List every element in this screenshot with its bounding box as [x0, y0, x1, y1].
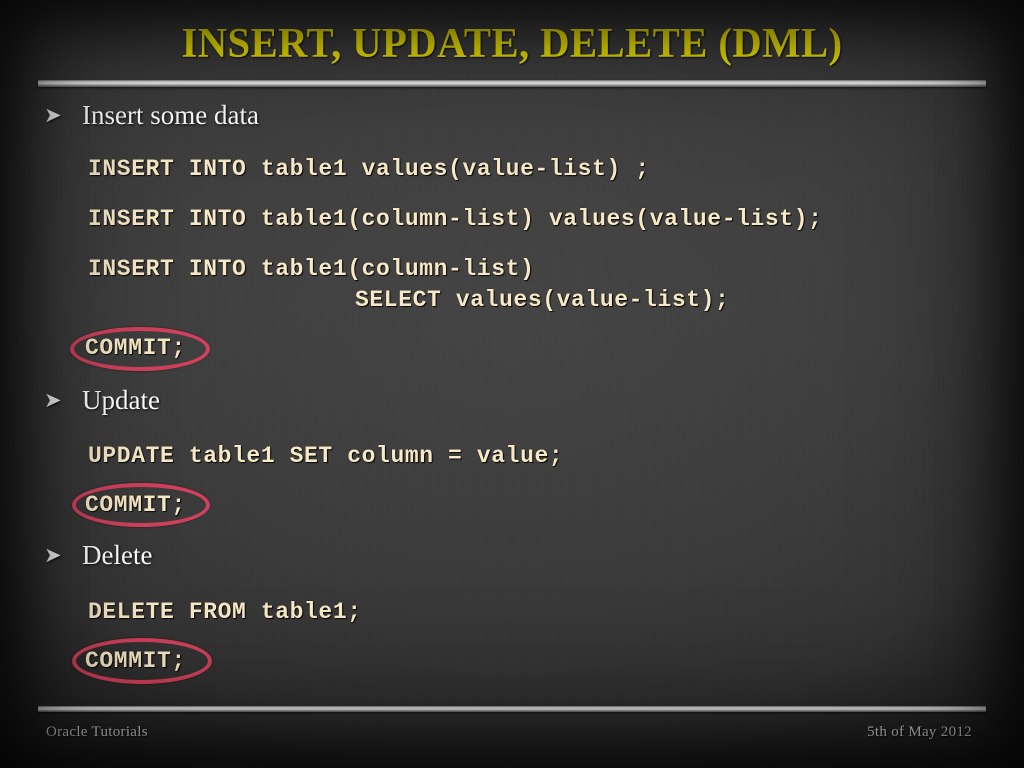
code-insert-2: INSERT INTO table1(column-list) values(v… — [88, 206, 823, 232]
footer-right-text: 5th of May 2012 — [867, 724, 972, 740]
bullet-delete-label: Delete — [82, 540, 153, 570]
bullet-update: ➤ Update — [44, 385, 160, 417]
code-commit-2: COMMIT; — [85, 492, 186, 518]
page-title: INSERT, UPDATE, DELETE (DML) — [181, 21, 843, 67]
bullet-insert-label: Insert some data — [82, 100, 259, 130]
arrow-bullet-icon: ➤ — [44, 388, 62, 412]
code-insert-3: INSERT INTO table1(column-list) — [88, 256, 535, 282]
slide: INSERT, UPDATE, DELETE (DML) ➤ Insert so… — [0, 0, 1024, 768]
footer-left-text: Oracle Tutorials — [46, 724, 148, 740]
code-update-1: UPDATE table1 SET column = value; — [88, 443, 564, 469]
title-divider — [38, 80, 986, 87]
arrow-bullet-icon: ➤ — [44, 103, 62, 127]
arrow-bullet-icon: ➤ — [44, 543, 62, 567]
code-commit-3: COMMIT; — [85, 648, 186, 674]
bullet-delete: ➤ Delete — [44, 540, 152, 572]
bullet-insert: ➤ Insert some data — [44, 100, 259, 132]
code-delete-1: DELETE FROM table1; — [88, 599, 362, 625]
slide-body: ➤ Insert some data INSERT INTO table1 va… — [0, 96, 1024, 696]
footer-divider — [38, 706, 986, 712]
code-insert-1: INSERT INTO table1 values(value-list) ; — [88, 156, 650, 182]
code-commit-1: COMMIT; — [85, 335, 186, 361]
code-insert-4-select: SELECT values(value-list); — [355, 287, 730, 313]
bullet-update-label: Update — [82, 385, 160, 415]
